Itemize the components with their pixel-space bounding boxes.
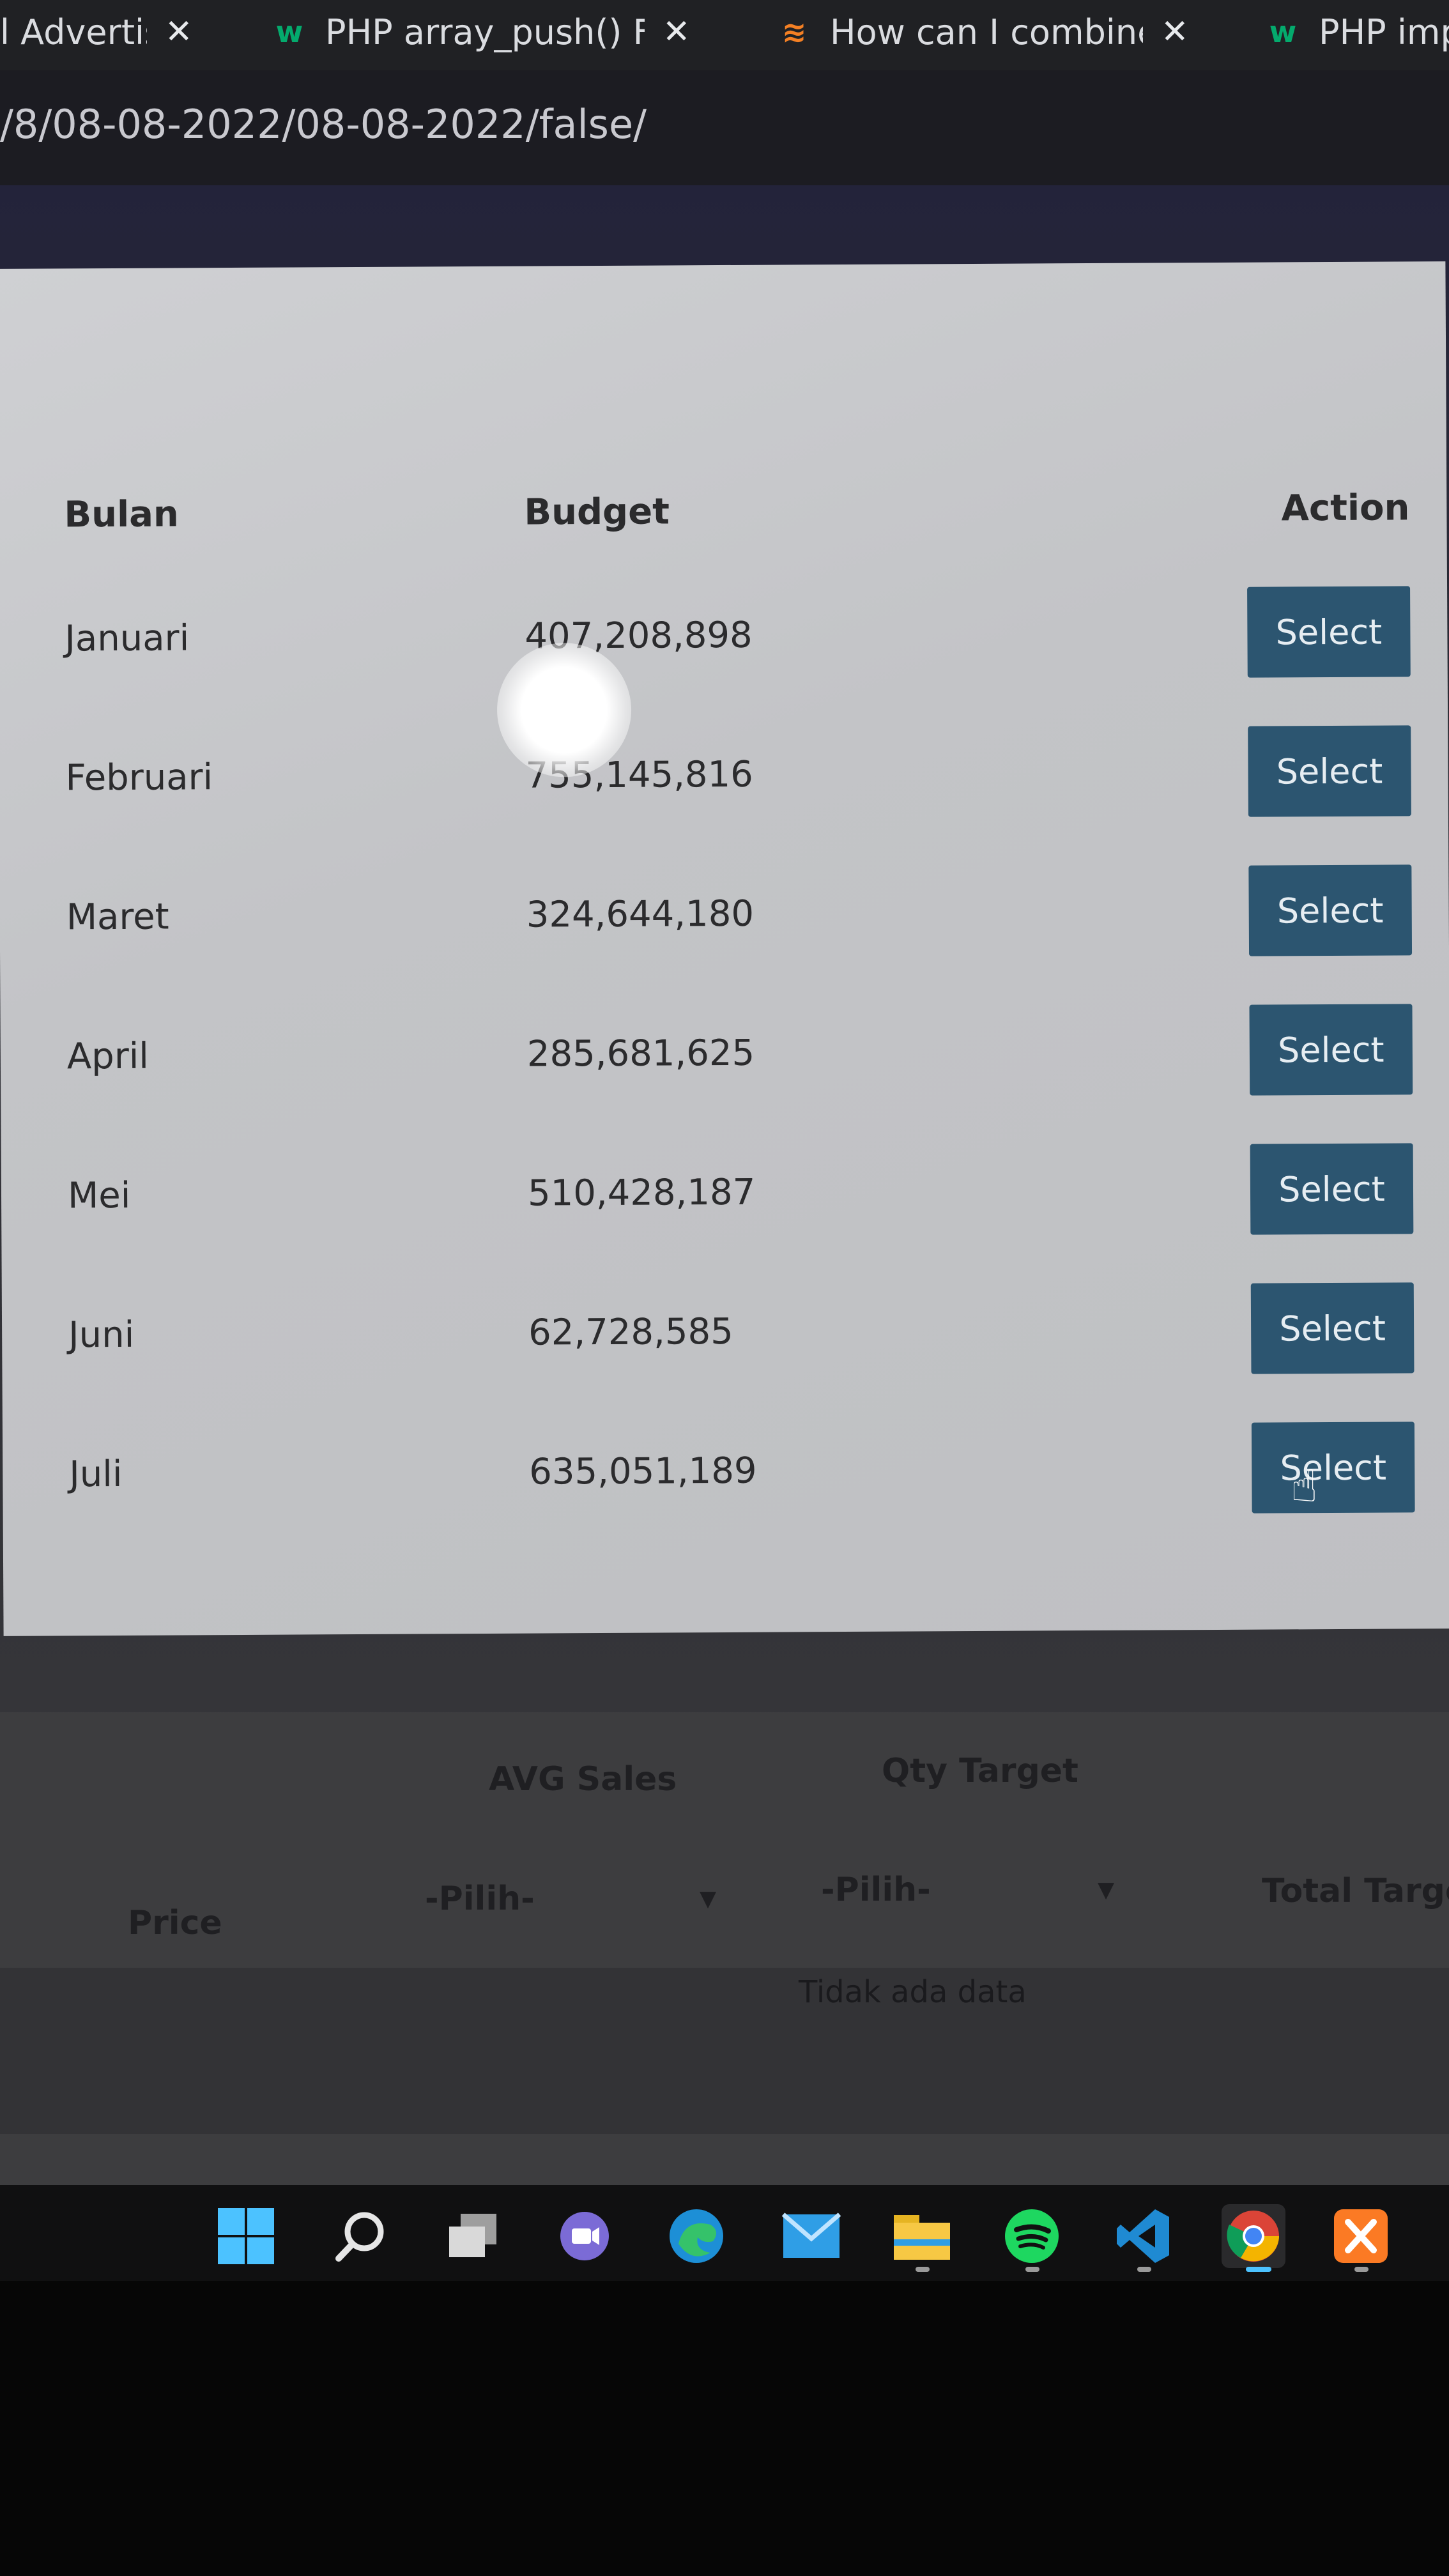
select-button[interactable]: Select [1248,864,1413,956]
budget-cell: 510,428,187 [527,1171,756,1215]
budget-table: Bulan Budget Action Januari 407,208,898 … [36,453,1434,1544]
running-indicator [1354,2267,1368,2272]
table-row: Februari 755,145,816 Select [37,701,1430,847]
monitor-bezel [0,2281,1449,2576]
teams-chat-icon[interactable] [553,2204,617,2268]
address-bar[interactable]: /8/08-08-2022/08-08-2022/false/ [0,70,1449,185]
running-indicator [1025,2267,1039,2272]
month-cell: Juli [69,1453,123,1495]
table-row: Maret 324,644,180 Select [38,840,1431,986]
chevron-down-icon: ▼ [1098,1877,1115,1903]
table-row: April 285,681,625 Select [38,979,1432,1126]
windows-start-icon[interactable] [214,2204,278,2268]
qty-target-select[interactable]: -Pilih- [821,1871,931,1909]
action-cell: Select [1184,979,1432,1120]
select-button[interactable]: Select [1250,1282,1414,1374]
light-glare [496,642,632,778]
tab-php-array-push[interactable]: w PHP array_push() Fun ✕ [272,0,691,64]
budget-cell: 62,728,585 [528,1310,733,1354]
running-indicator [1137,2267,1151,2272]
w3schools-icon: w [1269,15,1297,49]
browser-tab-strip: l Advertisi ✕ w PHP array_push() Fun ✕ ≋… [0,0,1449,70]
select-button[interactable]: Select [1248,725,1411,817]
column-header-budget: Budget [524,490,670,533]
select-button[interactable]: Select [1249,1004,1413,1096]
w3schools-icon: w [275,15,303,49]
budget-modal: Bulan Budget Action Januari 407,208,898 … [0,261,1449,1636]
action-cell: Select [1184,840,1431,981]
avg-sales-label: AVG Sales [489,1760,677,1798]
table-row: Juli 635,051,189 Select [41,1397,1434,1544]
column-header-bulan: Bulan [64,493,180,535]
windows-taskbar [0,2185,1449,2281]
select-button[interactable]: Select [1250,1143,1414,1235]
tab-title: PHP array_push() Fun [325,12,645,52]
month-cell: Juni [68,1314,135,1356]
table-header-row: Bulan Budget Action [36,453,1429,569]
search-icon[interactable] [328,2204,392,2268]
action-cell: Select [1185,1119,1432,1259]
table-row: Januari 407,208,898 Select [36,562,1430,708]
column-header-action: Action [1281,486,1410,529]
close-icon[interactable]: ✕ [165,13,193,51]
month-cell: Maret [66,896,169,938]
empty-state-text: Tidak ada data [799,1974,1027,2010]
tab-title: l Advertisi [0,12,147,52]
tab-stackoverflow[interactable]: ≋ How can I combine t ✕ [776,0,1189,64]
table-row: Juni 62,728,585 Select [40,1258,1434,1404]
chrome-icon[interactable] [1222,2204,1285,2268]
tab-php-imp[interactable]: w PHP imp [1265,0,1449,64]
month-cell: Mei [67,1174,131,1216]
mail-icon[interactable] [779,2204,843,2268]
budget-cell: 285,681,625 [526,1032,755,1075]
select-button[interactable]: Select [1251,1422,1415,1514]
tab-advertising[interactable]: l Advertisi ✕ [0,0,193,64]
table-empty-area: Tidak ada data [0,1968,1449,2134]
chevron-down-icon: ▼ [700,1886,717,1912]
file-explorer-icon[interactable] [890,2204,954,2268]
task-view-icon[interactable] [441,2204,505,2268]
active-indicator [1246,2267,1271,2272]
action-cell: Select [1183,701,1430,841]
hand-cursor-icon: ☝ [1291,1460,1318,1512]
edge-icon[interactable] [664,2204,728,2268]
budget-cell: 324,644,180 [526,893,755,936]
avg-sales-select[interactable]: -Pilih- [425,1880,535,1918]
action-cell: Select [1186,1258,1434,1399]
close-icon[interactable]: ✕ [663,13,691,51]
url-text: /8/08-08-2022/08-08-2022/false/ [0,101,647,148]
total-target-label: Total Target [1262,1872,1449,1910]
action-cell: Select [1183,562,1430,702]
spotify-icon[interactable] [1000,2204,1064,2268]
month-cell: April [66,1035,150,1077]
qty-target-label: Qty Target [882,1752,1078,1790]
month-cell: Januari [65,617,190,659]
tab-title: How can I combine t [830,12,1143,52]
vscode-icon[interactable] [1112,2204,1176,2268]
form-behind-modal: AVG Sales Qty Target Price -Pilih- ▼ -Pi… [0,1712,1449,2185]
running-indicator [916,2267,930,2272]
price-label: Price [128,1904,222,1942]
xampp-icon[interactable] [1329,2204,1393,2268]
stackoverflow-icon: ≋ [781,15,807,49]
table-row: Mei 510,428,187 Select [39,1119,1432,1265]
month-cell: Februari [65,756,213,799]
tab-title: PHP imp [1319,12,1449,52]
close-icon[interactable]: ✕ [1161,13,1189,51]
budget-cell: 635,051,189 [529,1450,757,1493]
select-button[interactable]: Select [1247,586,1411,678]
